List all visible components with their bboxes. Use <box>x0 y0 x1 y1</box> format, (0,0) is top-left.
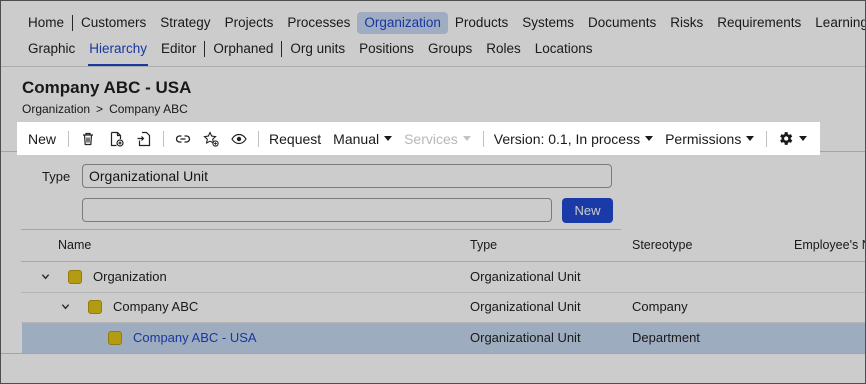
app-window: Home Customers Strategy Projects Process… <box>0 0 866 384</box>
new-button[interactable]: New <box>28 131 56 147</box>
nav-home[interactable]: Home <box>21 12 71 34</box>
version-dropdown[interactable]: Version: 0.1, In process <box>493 130 654 147</box>
row-name-link[interactable]: Company ABC - USA <box>133 323 257 353</box>
form-divider <box>21 229 621 230</box>
breadcrumb-organization[interactable]: Organization <box>22 102 90 116</box>
type-field[interactable]: Organizational Unit <box>82 164 612 188</box>
nav-organization[interactable]: Organization <box>357 12 448 34</box>
tab-roles[interactable]: Roles <box>479 38 528 60</box>
trash-icon[interactable] <box>79 130 97 148</box>
manual-dropdown-label: Manual <box>333 130 380 147</box>
row-type: Organizational Unit <box>470 269 581 284</box>
column-header-type[interactable]: Type <box>470 238 497 252</box>
tab-graphic[interactable]: Graphic <box>21 38 82 60</box>
row-stereotype: Department <box>632 330 700 345</box>
request-button[interactable]: Request <box>269 131 321 147</box>
services-dropdown-label: Services <box>404 130 458 147</box>
table-row[interactable]: Organization Organizational Unit <box>22 262 865 292</box>
caret-down-icon <box>645 136 654 141</box>
table-row[interactable]: Company ABC Organizational Unit Company <box>22 292 865 322</box>
page-title: Company ABC - USA <box>22 78 192 97</box>
folder-icon <box>68 270 82 284</box>
tab-positions[interactable]: Positions <box>352 38 421 60</box>
manual-dropdown[interactable]: Manual <box>333 130 393 147</box>
column-header-employees[interactable]: Employee's N <box>794 238 865 252</box>
tab-editor[interactable]: Editor <box>154 38 203 60</box>
settings-dropdown[interactable] <box>777 130 808 147</box>
nav-systems[interactable]: Systems <box>515 12 581 34</box>
toolbar-separator <box>258 130 260 147</box>
nav-separator <box>281 41 283 57</box>
row-stereotype: Company <box>632 299 688 314</box>
gear-icon <box>780 132 793 145</box>
type-label: Type <box>42 169 71 184</box>
toolbar: New Request Manual Services Version: 0.1… <box>17 122 820 155</box>
row-name[interactable]: Organization <box>93 262 167 292</box>
nav-learning[interactable]: Learning <box>808 12 865 34</box>
table-row-selected[interactable]: Company ABC - USA Organizational Unit De… <box>22 323 865 353</box>
nav-projects[interactable]: Projects <box>218 12 281 34</box>
secondary-nav: Graphic Hierarchy Editor Orphaned Org un… <box>21 38 600 66</box>
row-type: Organizational Unit <box>470 330 581 345</box>
nav-risks[interactable]: Risks <box>663 12 710 34</box>
caret-down-icon <box>462 136 471 141</box>
tab-groups[interactable]: Groups <box>421 38 479 60</box>
caret-down-icon <box>746 136 755 141</box>
row-name[interactable]: Company ABC <box>113 292 198 322</box>
import-icon[interactable] <box>135 130 153 148</box>
nav-products[interactable]: Products <box>448 12 515 34</box>
row-type: Organizational Unit <box>470 299 581 314</box>
tab-orphaned[interactable]: Orphaned <box>206 38 280 60</box>
nav-documents[interactable]: Documents <box>581 12 663 34</box>
star-add-icon[interactable] <box>202 130 220 148</box>
toolbar-separator <box>766 130 768 147</box>
name-input[interactable] <box>82 198 552 222</box>
toolbar-separator <box>68 130 70 147</box>
folder-icon <box>108 331 122 345</box>
breadcrumb-company-abc[interactable]: Company ABC <box>109 102 188 116</box>
services-dropdown: Services <box>404 131 471 147</box>
caret-down-icon <box>384 136 393 141</box>
permissions-dropdown-label: Permissions <box>665 130 742 147</box>
column-header-stereotype[interactable]: Stereotype <box>632 238 692 252</box>
breadcrumb-separator: > <box>96 102 104 116</box>
chevron-down-icon[interactable] <box>61 302 70 311</box>
nav-strategy[interactable]: Strategy <box>153 12 217 34</box>
table-bottom-divider <box>1 353 865 354</box>
link-icon[interactable] <box>174 130 192 148</box>
tab-hierarchy[interactable]: Hierarchy <box>82 38 154 66</box>
nav-processes[interactable]: Processes <box>280 12 357 34</box>
toolbar-separator <box>482 130 484 147</box>
caret-down-icon <box>799 136 808 141</box>
primary-nav: Home Customers Strategy Projects Process… <box>21 12 865 34</box>
nav-separator <box>72 15 74 31</box>
create-new-button[interactable]: New <box>562 198 613 223</box>
tab-org-units[interactable]: Org units <box>283 38 352 60</box>
eye-icon[interactable] <box>230 130 248 148</box>
nav-divider <box>1 66 865 67</box>
nav-customers[interactable]: Customers <box>74 12 153 34</box>
version-dropdown-label: Version: 0.1, In process <box>493 130 641 147</box>
nav-separator <box>204 41 206 57</box>
breadcrumb: Organization > Company ABC <box>22 102 188 116</box>
tab-locations[interactable]: Locations <box>528 38 600 60</box>
toolbar-separator <box>163 130 165 147</box>
nav-requirements[interactable]: Requirements <box>710 12 808 34</box>
document-add-icon[interactable] <box>107 130 125 148</box>
folder-icon <box>88 300 102 314</box>
permissions-dropdown[interactable]: Permissions <box>665 130 755 147</box>
chevron-down-icon[interactable] <box>41 272 50 281</box>
column-header-name[interactable]: Name <box>58 238 91 252</box>
